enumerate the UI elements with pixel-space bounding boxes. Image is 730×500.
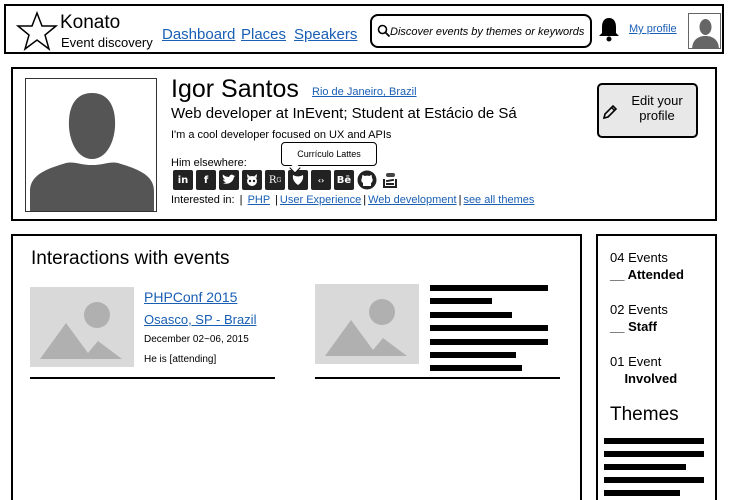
event-divider <box>30 377 275 379</box>
facebook-icon[interactable]: f <box>196 170 216 190</box>
involved-label: Involved <box>610 371 678 386</box>
nav-places[interactable]: Places <box>241 26 286 43</box>
interests-label: Interested in: <box>171 194 235 206</box>
interactions-title: Interactions with events <box>31 248 230 269</box>
header-avatar[interactable] <box>688 13 721 49</box>
event-title-link[interactable]: PHPConf 2015 <box>144 289 237 305</box>
linkedin-icon[interactable]: in <box>173 170 193 190</box>
image-placeholder-icon <box>325 299 407 356</box>
twitter-icon[interactable] <box>219 170 239 190</box>
search-input[interactable]: Discover events by themes or keywords <box>370 14 592 48</box>
staff-label: __ Staff <box>610 319 657 334</box>
profile-avatar <box>25 78 157 212</box>
nav-dashboard[interactable]: Dashboard <box>162 26 235 43</box>
user-silhouette-icon <box>692 19 719 48</box>
interactions-panel: Interactions with events PHPConf 2015 Os… <box>11 234 582 500</box>
github-alt-icon[interactable] <box>242 170 262 190</box>
event-status: He is [attending] <box>144 354 217 365</box>
staff-count: 02 Events <box>610 302 668 317</box>
interest-link-webdev[interactable]: Web development <box>368 194 456 206</box>
profile-job: Web developer at InEvent; Student at Est… <box>171 105 517 122</box>
brand-name[interactable]: Konato <box>60 12 120 34</box>
lattes-icon[interactable] <box>288 170 308 190</box>
social-links: in f RG ‹› Bē <box>173 170 400 190</box>
profile-bio: I'm a cool developer focused on UX and A… <box>171 129 392 141</box>
my-profile-link[interactable]: My profile <box>629 23 677 35</box>
edit-profile-button[interactable]: Edit your profile <box>597 83 698 138</box>
bell-icon[interactable] <box>598 16 620 42</box>
edit-profile-label: Edit your profile <box>631 93 683 123</box>
nav-speakers[interactable]: Speakers <box>294 26 357 43</box>
search-placeholder: Discover events by themes or keywords <box>390 26 585 38</box>
attended-label: __ Attended <box>610 267 684 282</box>
user-silhouette-icon <box>30 93 154 211</box>
interests-row: Interested in: | PHP | User Experience | We… <box>171 194 535 206</box>
codepen-icon[interactable]: ‹› <box>311 170 331 190</box>
profile-location-link[interactable]: Rio de Janeiro, Brazil <box>312 86 417 98</box>
brand-tagline: Event discovery <box>61 35 153 50</box>
event-image-placeholder[interactable] <box>30 287 134 367</box>
stackoverflow-icon[interactable] <box>380 170 400 190</box>
pencil-icon <box>602 104 618 120</box>
profile-card: Igor Santos Rio de Janeiro, Brazil Web d… <box>11 67 717 221</box>
themes-title: Themes <box>610 404 679 425</box>
elsewhere-label: Him elsewhere: <box>171 157 247 169</box>
researchgate-icon[interactable]: RG <box>265 170 285 190</box>
event-divider <box>315 377 560 379</box>
star-logo-icon[interactable] <box>16 11 58 51</box>
interest-link-php[interactable]: PHP <box>248 194 270 206</box>
github-icon[interactable] <box>357 170 377 190</box>
search-icon <box>377 24 391 38</box>
attended-count: 04 Events <box>610 250 668 265</box>
behance-icon[interactable]: Bē <box>334 170 354 190</box>
see-all-themes-link[interactable]: see all themes <box>463 194 534 206</box>
interest-link-ux[interactable]: User Experience <box>280 194 361 206</box>
event-location-link[interactable]: Osasco, SP - Brazil <box>144 312 256 327</box>
stats-panel: 04 Events __ Attended 02 Events __ Staff… <box>596 234 717 500</box>
profile-name: Igor Santos <box>171 75 299 103</box>
involved-count: 01 Event <box>610 354 662 369</box>
image-placeholder-icon <box>40 302 122 359</box>
event-image-placeholder[interactable] <box>315 284 419 364</box>
event-date: December 02~06, 2015 <box>144 334 249 345</box>
top-header: Konato Event discovery Dashboard Places … <box>4 4 724 54</box>
